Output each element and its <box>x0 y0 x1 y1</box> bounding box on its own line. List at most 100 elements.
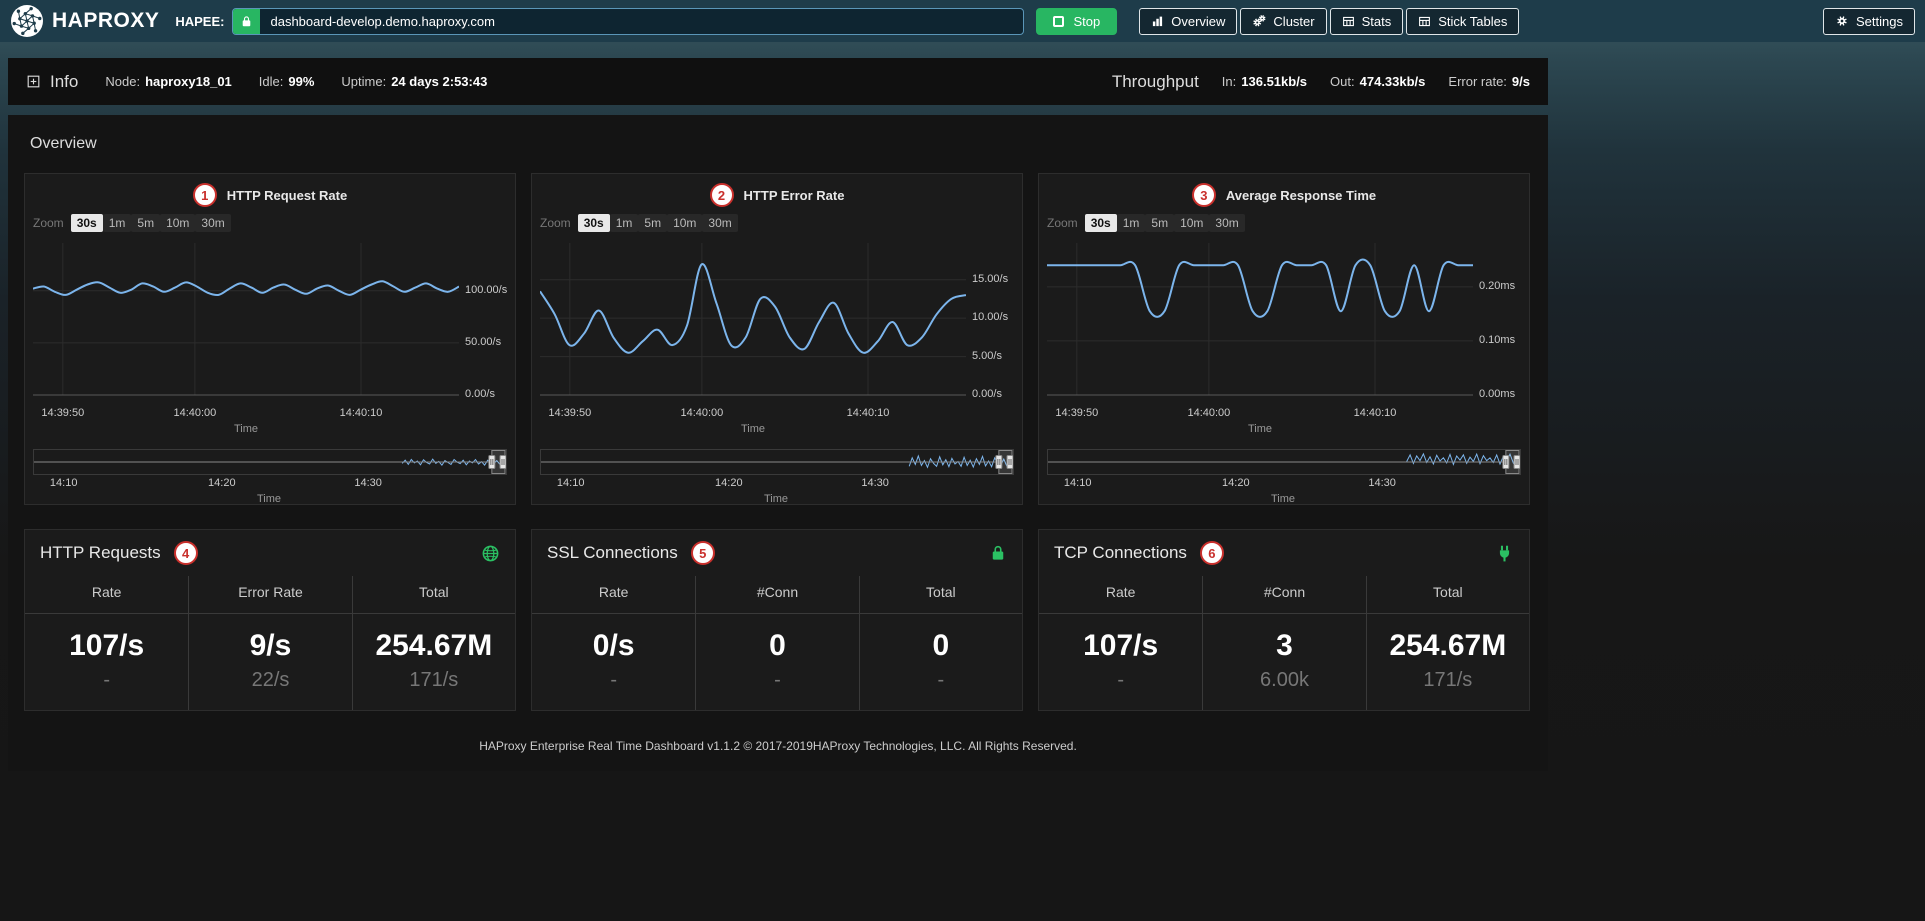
chart-plot-area: 100.00/s50.00/s0.00/s <box>33 243 507 401</box>
x-axis-ticks: 14:39:5014:40:0014:40:10 <box>540 405 1014 421</box>
chart-plot-svg <box>33 243 459 401</box>
lock-icon <box>989 544 1007 562</box>
zoom-5m-button[interactable]: 5m <box>638 214 667 232</box>
card-column-value: 107/s <box>1039 614 1202 663</box>
navbar-button-group: Overview Cluster Stats Stick Tables <box>1139 8 1519 35</box>
x-axis-tick-label: 14:40:10 <box>340 407 383 419</box>
card-column-header: Rate <box>25 576 188 614</box>
navigator-ticks: 14:1014:2014:30 <box>33 477 507 491</box>
zoom-30m-button[interactable]: 30m <box>702 214 737 232</box>
globe-icon <box>481 544 500 563</box>
lock-icon <box>233 9 260 34</box>
navigator-svg <box>541 450 1013 474</box>
info-bar: Info Node:haproxy18_01 Idle:99% Uptime:2… <box>8 58 1548 105</box>
card-title: HTTP Requests <box>40 543 161 563</box>
zoom-30m-button[interactable]: 30m <box>1209 214 1244 232</box>
bar-chart-icon <box>1151 15 1164 28</box>
card-title: TCP Connections <box>1054 543 1187 563</box>
zoom-1m-button[interactable]: 1m <box>610 214 639 232</box>
stick-tables-button[interactable]: Stick Tables <box>1406 8 1519 35</box>
navigator-handle[interactable] <box>1503 456 1509 469</box>
navigator-handle[interactable] <box>500 456 506 469</box>
info-toggle[interactable]: Info <box>26 72 78 92</box>
card-tcp-connections: TCP Connections 6 Rate#ConnTotal107/s325… <box>1038 529 1530 711</box>
card-stats-table: Rate#ConnTotal0/s00--- <box>532 576 1022 710</box>
navigator-tick-label: 14:10 <box>557 477 585 489</box>
idle-info: Idle:99% <box>259 74 315 89</box>
chart-badge: 1 <box>193 183 217 207</box>
x-axis-tick-label: 14:40:10 <box>847 407 890 419</box>
navigator-tick-label: 14:20 <box>715 477 743 489</box>
card-column-header: #Conn <box>1202 576 1365 614</box>
zoom-10m-button[interactable]: 10m <box>160 214 195 232</box>
chart-plot-area: 0.20ms0.10ms0.00ms <box>1047 243 1521 401</box>
navigator-tick-label: 14:30 <box>354 477 382 489</box>
zoom-1m-button[interactable]: 1m <box>103 214 132 232</box>
stop-button-label: Stop <box>1073 14 1100 29</box>
chart-panel-average-response-time: 3 Average Response Time Zoom 30s1m5m10m3… <box>1038 173 1530 505</box>
zoom-button-group: 30s1m5m10m30m <box>71 214 231 232</box>
cards-row: HTTP Requests 4 RateError RateTotal107/s… <box>24 529 1532 711</box>
chart-badge: 3 <box>1192 183 1216 207</box>
x-axis-ticks: 14:39:5014:40:0014:40:10 <box>1047 405 1521 421</box>
y-axis-tick-label: 0.20ms <box>1479 280 1515 292</box>
zoom-30s-button[interactable]: 30s <box>71 214 103 232</box>
haproxy-logo-icon <box>10 4 44 38</box>
x-axis-title: Time <box>1047 423 1473 437</box>
card-column-value: 254.67M <box>352 614 515 663</box>
node-info: Node:haproxy18_01 <box>105 74 231 89</box>
navigator-handle[interactable] <box>489 456 495 469</box>
card-column-subvalue: - <box>1039 663 1202 710</box>
navigator-tick-label: 14:20 <box>1222 477 1250 489</box>
url-field-group <box>232 8 1024 35</box>
chart-plot-area: 15.00/s10.00/s5.00/s0.00/s <box>540 243 1014 401</box>
x-axis-tick-label: 14:40:00 <box>680 407 723 419</box>
card-column-subvalue: 171/s <box>1366 663 1529 710</box>
card-column-value: 0/s <box>532 614 695 663</box>
navigator-handle[interactable] <box>1514 456 1520 469</box>
zoom-30s-button[interactable]: 30s <box>1085 214 1117 232</box>
navigator-handle[interactable] <box>996 456 1002 469</box>
charts-row: 1 HTTP Request Rate Zoom 30s1m5m10m30m 1… <box>24 173 1532 505</box>
navigator-tick-label: 14:10 <box>1064 477 1092 489</box>
x-axis-tick-label: 14:40:10 <box>1354 407 1397 419</box>
zoom-5m-button[interactable]: 5m <box>1145 214 1174 232</box>
table-icon <box>1342 15 1355 28</box>
card-column-value: 107/s <box>25 614 188 663</box>
card-column-subvalue: - <box>532 663 695 710</box>
chart-navigator[interactable] <box>33 449 507 475</box>
card-column-value: 0 <box>695 614 858 663</box>
cluster-button[interactable]: Cluster <box>1240 8 1326 35</box>
throughput-error-rate: Error rate:9/s <box>1448 74 1530 89</box>
navigator-axis-title: Time <box>1047 493 1519 505</box>
navigator-handle[interactable] <box>1007 456 1013 469</box>
card-ssl-connections: SSL Connections 5 Rate#ConnTotal0/s00--- <box>531 529 1023 711</box>
x-axis-tick-label: 14:39:50 <box>41 407 84 419</box>
zoom-30s-button[interactable]: 30s <box>578 214 610 232</box>
zoom-30m-button[interactable]: 30m <box>195 214 230 232</box>
x-axis-title: Time <box>540 423 966 437</box>
zoom-1m-button[interactable]: 1m <box>1117 214 1146 232</box>
card-column-value: 254.67M <box>1366 614 1529 663</box>
card-badge: 4 <box>174 541 198 565</box>
footer-text: HAProxy Enterprise Real Time Dashboard v… <box>24 739 1532 757</box>
zoom-5m-button[interactable]: 5m <box>131 214 160 232</box>
zoom-label: Zoom <box>540 216 571 230</box>
throughput-group: Throughput In:136.51kb/s Out:474.33kb/s … <box>1112 72 1530 92</box>
dashboard-url-input[interactable] <box>260 9 1023 34</box>
zoom-10m-button[interactable]: 10m <box>1174 214 1209 232</box>
stop-button[interactable]: Stop <box>1036 8 1117 35</box>
chart-panel-http-request-rate: 1 HTTP Request Rate Zoom 30s1m5m10m30m 1… <box>24 173 516 505</box>
chart-navigator[interactable] <box>1047 449 1521 475</box>
navigator-axis-title: Time <box>540 493 1012 505</box>
throughput-out: Out:474.33kb/s <box>1330 74 1425 89</box>
zoom-10m-button[interactable]: 10m <box>667 214 702 232</box>
gear-icon <box>1835 14 1849 28</box>
settings-button[interactable]: Settings <box>1823 8 1915 35</box>
navigator-tick-label: 14:30 <box>861 477 889 489</box>
chart-navigator[interactable] <box>540 449 1014 475</box>
overview-button[interactable]: Overview <box>1139 8 1237 35</box>
stats-button[interactable]: Stats <box>1330 8 1404 35</box>
x-axis-ticks: 14:39:5014:40:0014:40:10 <box>33 405 507 421</box>
navigator-axis-title: Time <box>33 493 505 505</box>
